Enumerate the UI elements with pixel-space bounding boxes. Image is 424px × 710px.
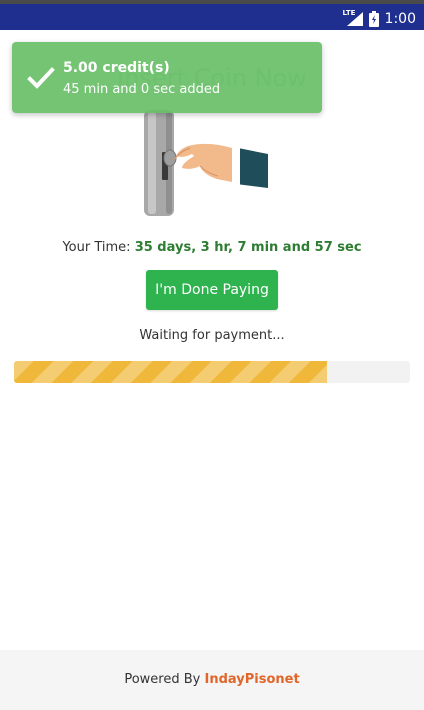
payment-progress-fill <box>14 361 327 383</box>
footer: Powered By IndayPisonet <box>0 650 424 710</box>
coin-slot-illustration <box>130 108 280 220</box>
payment-progress-bar <box>14 361 410 383</box>
signal-strength-icon <box>346 12 363 26</box>
credit-toast[interactable]: 5.00 credit(s) 45 min and 0 sec added <box>12 42 322 113</box>
footer-brand[interactable]: IndayPisonet <box>204 672 299 687</box>
done-paying-button[interactable]: I'm Done Paying <box>146 270 278 310</box>
status-time: 1:00 <box>384 11 416 27</box>
your-time: Your Time: 35 days, 3 hr, 7 min and 57 s… <box>0 240 424 255</box>
check-icon <box>27 64 55 92</box>
status-icons: LTE 1:00 <box>343 8 416 30</box>
footer-prefix: Powered By <box>124 672 201 687</box>
status-bar: LTE 1:00 <box>0 0 424 30</box>
lte-signal-icon: LTE <box>343 9 363 26</box>
toast-message: 45 min and 0 sec added <box>63 82 221 97</box>
main-content: Insert Coin Now 5.00 credit(s) <box>0 30 424 650</box>
your-time-label: Your Time: <box>62 240 131 255</box>
payment-status: Waiting for payment... <box>139 328 285 343</box>
footer-credit: Powered By IndayPisonet <box>0 672 424 687</box>
your-time-value: 35 days, 3 hr, 7 min and 57 sec <box>134 240 362 255</box>
toast-title: 5.00 credit(s) <box>63 60 170 76</box>
battery-icon <box>368 11 379 27</box>
